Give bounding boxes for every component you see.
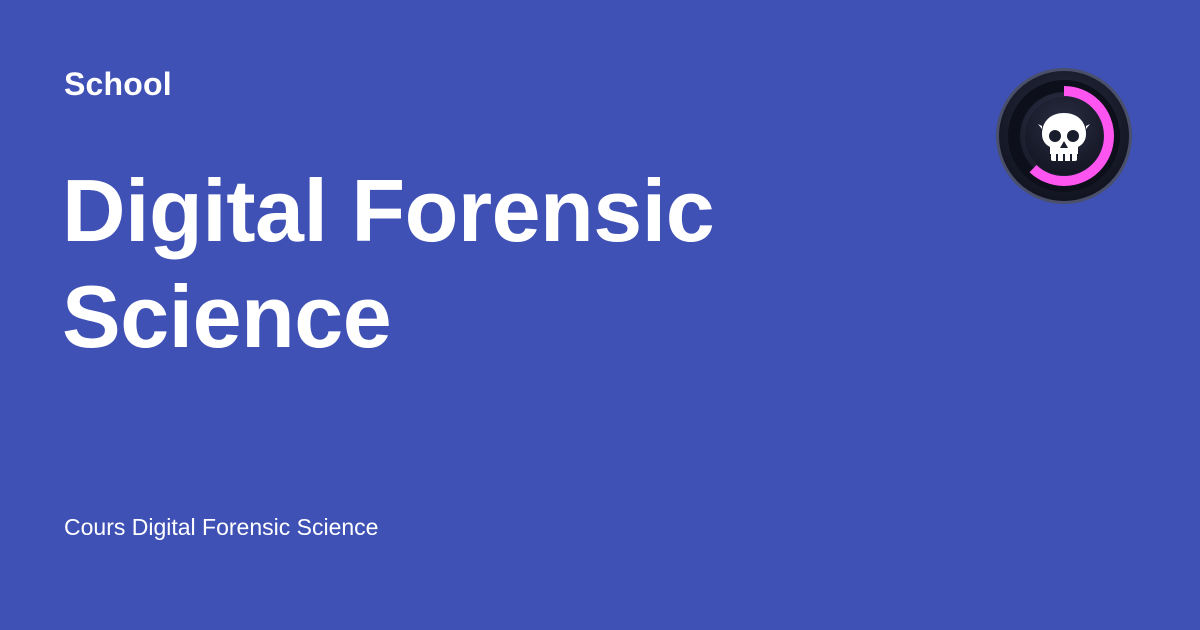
badge-graphic: [996, 68, 1132, 204]
page-subtitle: Cours Digital Forensic Science: [64, 514, 379, 540]
progress-badge: [994, 66, 1134, 206]
school-label: School: [64, 66, 172, 102]
page-title: Digital Forensic Science: [62, 161, 715, 366]
